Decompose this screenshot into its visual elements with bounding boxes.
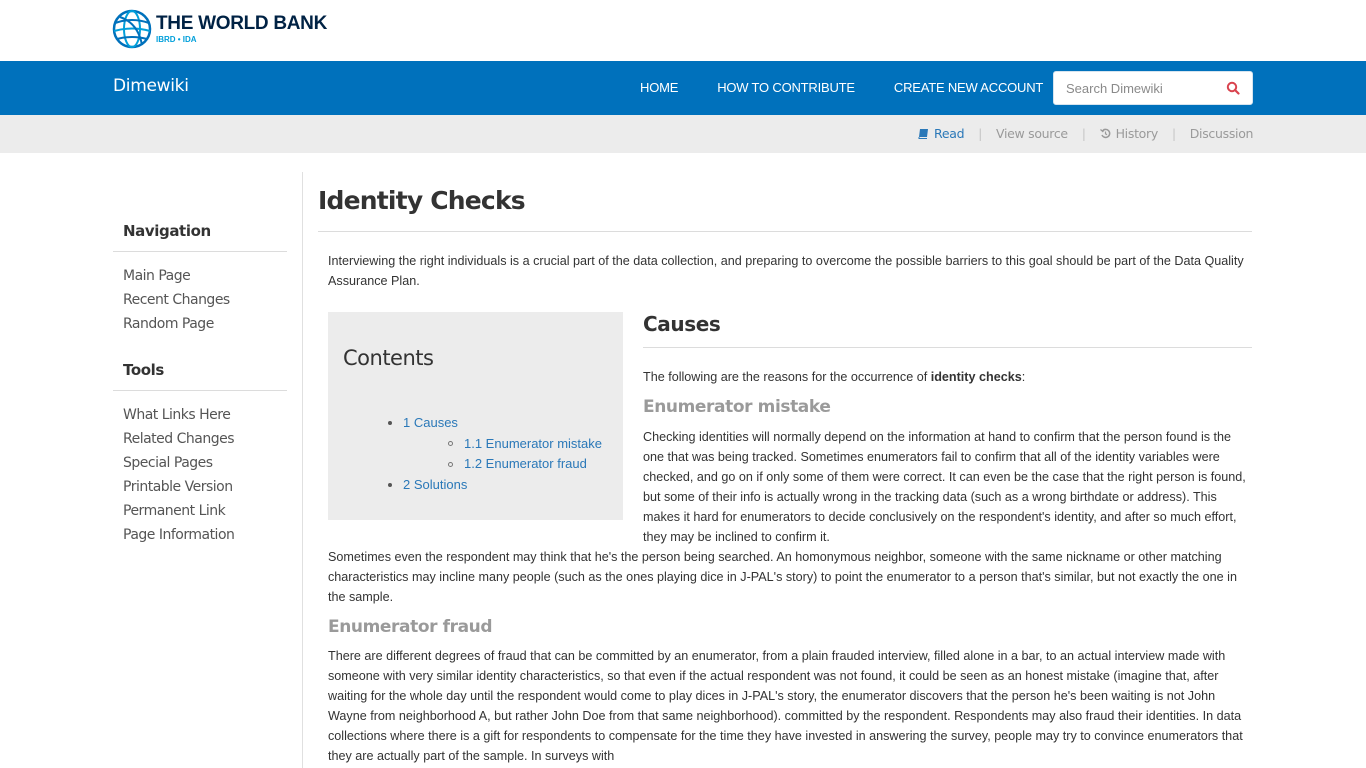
tab-read-label: Read — [934, 126, 965, 141]
sidebar-item-page-information[interactable]: Page Information — [123, 527, 235, 543]
nav-home[interactable]: HOME — [640, 80, 678, 95]
tab-history-label: History — [1115, 126, 1159, 141]
portlet-tools: Tools What Links Here Related Changes Sp… — [113, 361, 287, 547]
lead-text: The following are the reasons for the oc… — [643, 370, 931, 384]
sidebar-item-main-page[interactable]: Main Page — [123, 268, 191, 284]
subsection-heading-enumerator-fraud: Enumerator fraud — [328, 617, 493, 637]
nav-create-account[interactable]: CREATE NEW ACCOUNT — [894, 80, 1043, 95]
sidebar-item-random-page[interactable]: Random Page — [123, 316, 214, 332]
tab-discussion[interactable]: Discussion — [1190, 126, 1254, 141]
history-icon — [1099, 128, 1110, 139]
search-icon[interactable] — [1226, 81, 1240, 95]
sidebar-divider — [302, 172, 303, 768]
sidebar-item-special-pages[interactable]: Special Pages — [123, 455, 213, 471]
toc-item: 1.2 Enumerator fraud — [388, 454, 602, 475]
circle-bullet-icon — [448, 461, 453, 467]
site-name-link[interactable]: Dimewiki — [113, 76, 189, 96]
main-navbar: Dimewiki HOME HOW TO CONTRIBUTE CREATE N… — [0, 61, 1366, 115]
brand-bar: THE WORLD BANK IBRD • IDA — [0, 0, 1366, 61]
world-bank-logo[interactable]: THE WORLD BANK IBRD • IDA — [112, 9, 327, 49]
subsection-heading-enumerator-mistake: Enumerator mistake — [643, 397, 831, 417]
divider — [113, 251, 287, 252]
sidebar-item-permanent-link[interactable]: Permanent Link — [123, 503, 226, 519]
sidebar-item-recent-changes[interactable]: Recent Changes — [123, 292, 230, 308]
toc-item: 1 Causes — [388, 413, 602, 434]
book-icon — [918, 129, 928, 139]
page-actions-bar: Read | View source | History | Discussio… — [0, 115, 1366, 153]
mistake-paragraph-1: Checking identities will normally depend… — [643, 430, 1246, 544]
tab-read[interactable]: Read — [918, 126, 965, 141]
tab-view-source[interactable]: View source — [996, 126, 1068, 141]
separator: | — [978, 126, 982, 141]
portlet-title-navigation: Navigation — [123, 222, 211, 240]
toc-item: 1.1 Enumerator mistake — [388, 434, 602, 455]
portlet-navigation: Navigation Main Page Recent Changes Rand… — [113, 222, 287, 336]
causes-lead: The following are the reasons for the oc… — [643, 367, 1252, 387]
portlet-title-tools: Tools — [123, 361, 164, 379]
divider — [318, 231, 1252, 232]
sidebar-item-what-links-here[interactable]: What Links Here — [123, 407, 231, 423]
section-heading-causes: Causes — [643, 312, 721, 336]
separator: | — [1171, 126, 1176, 141]
lead-suffix: : — [1021, 370, 1026, 384]
bullet-icon — [388, 421, 392, 426]
divider — [643, 347, 1252, 348]
nav-links: HOME HOW TO CONTRIBUTE CREATE NEW ACCOUN… — [640, 80, 1082, 95]
toc-link-enumerator-mistake[interactable]: 1.1 Enumerator mistake — [464, 434, 602, 455]
lead-bold-term: identity checks — [930, 370, 1022, 384]
intro-paragraph: Interviewing the right individuals is a … — [328, 254, 1244, 288]
divider — [113, 390, 287, 391]
search-box — [1053, 71, 1253, 105]
search-input[interactable] — [1054, 72, 1219, 104]
table-of-contents: Contents 1 Causes 1.1 Enumerator mistake… — [328, 312, 623, 520]
sidebar: Navigation Main Page Recent Changes Rand… — [113, 153, 287, 547]
mistake-paragraph-2: Sometimes even the respondent may think … — [328, 550, 1237, 604]
toc-title: Contents — [343, 346, 434, 370]
toc-link-causes[interactable]: 1 Causes — [403, 413, 458, 434]
sidebar-item-related-changes[interactable]: Related Changes — [123, 431, 235, 447]
org-subtitle: IBRD • IDA — [156, 34, 197, 44]
org-name: THE WORLD BANK — [156, 12, 328, 34]
bullet-icon — [388, 482, 392, 487]
nav-how-to-contribute[interactable]: HOW TO CONTRIBUTE — [717, 80, 855, 95]
toc-link-enumerator-fraud[interactable]: 1.2 Enumerator fraud — [464, 454, 587, 475]
page-title: Identity Checks — [318, 186, 526, 215]
circle-bullet-icon — [448, 441, 453, 447]
fraud-paragraph: There are different degrees of fraud tha… — [328, 649, 1243, 763]
tab-history[interactable]: History — [1099, 126, 1159, 141]
separator: | — [1081, 126, 1086, 141]
globe-icon — [112, 9, 152, 49]
toc-item: 2 Solutions — [388, 475, 602, 496]
toc-link-solutions[interactable]: 2 Solutions — [403, 475, 467, 496]
sidebar-item-printable-version[interactable]: Printable Version — [123, 479, 233, 495]
